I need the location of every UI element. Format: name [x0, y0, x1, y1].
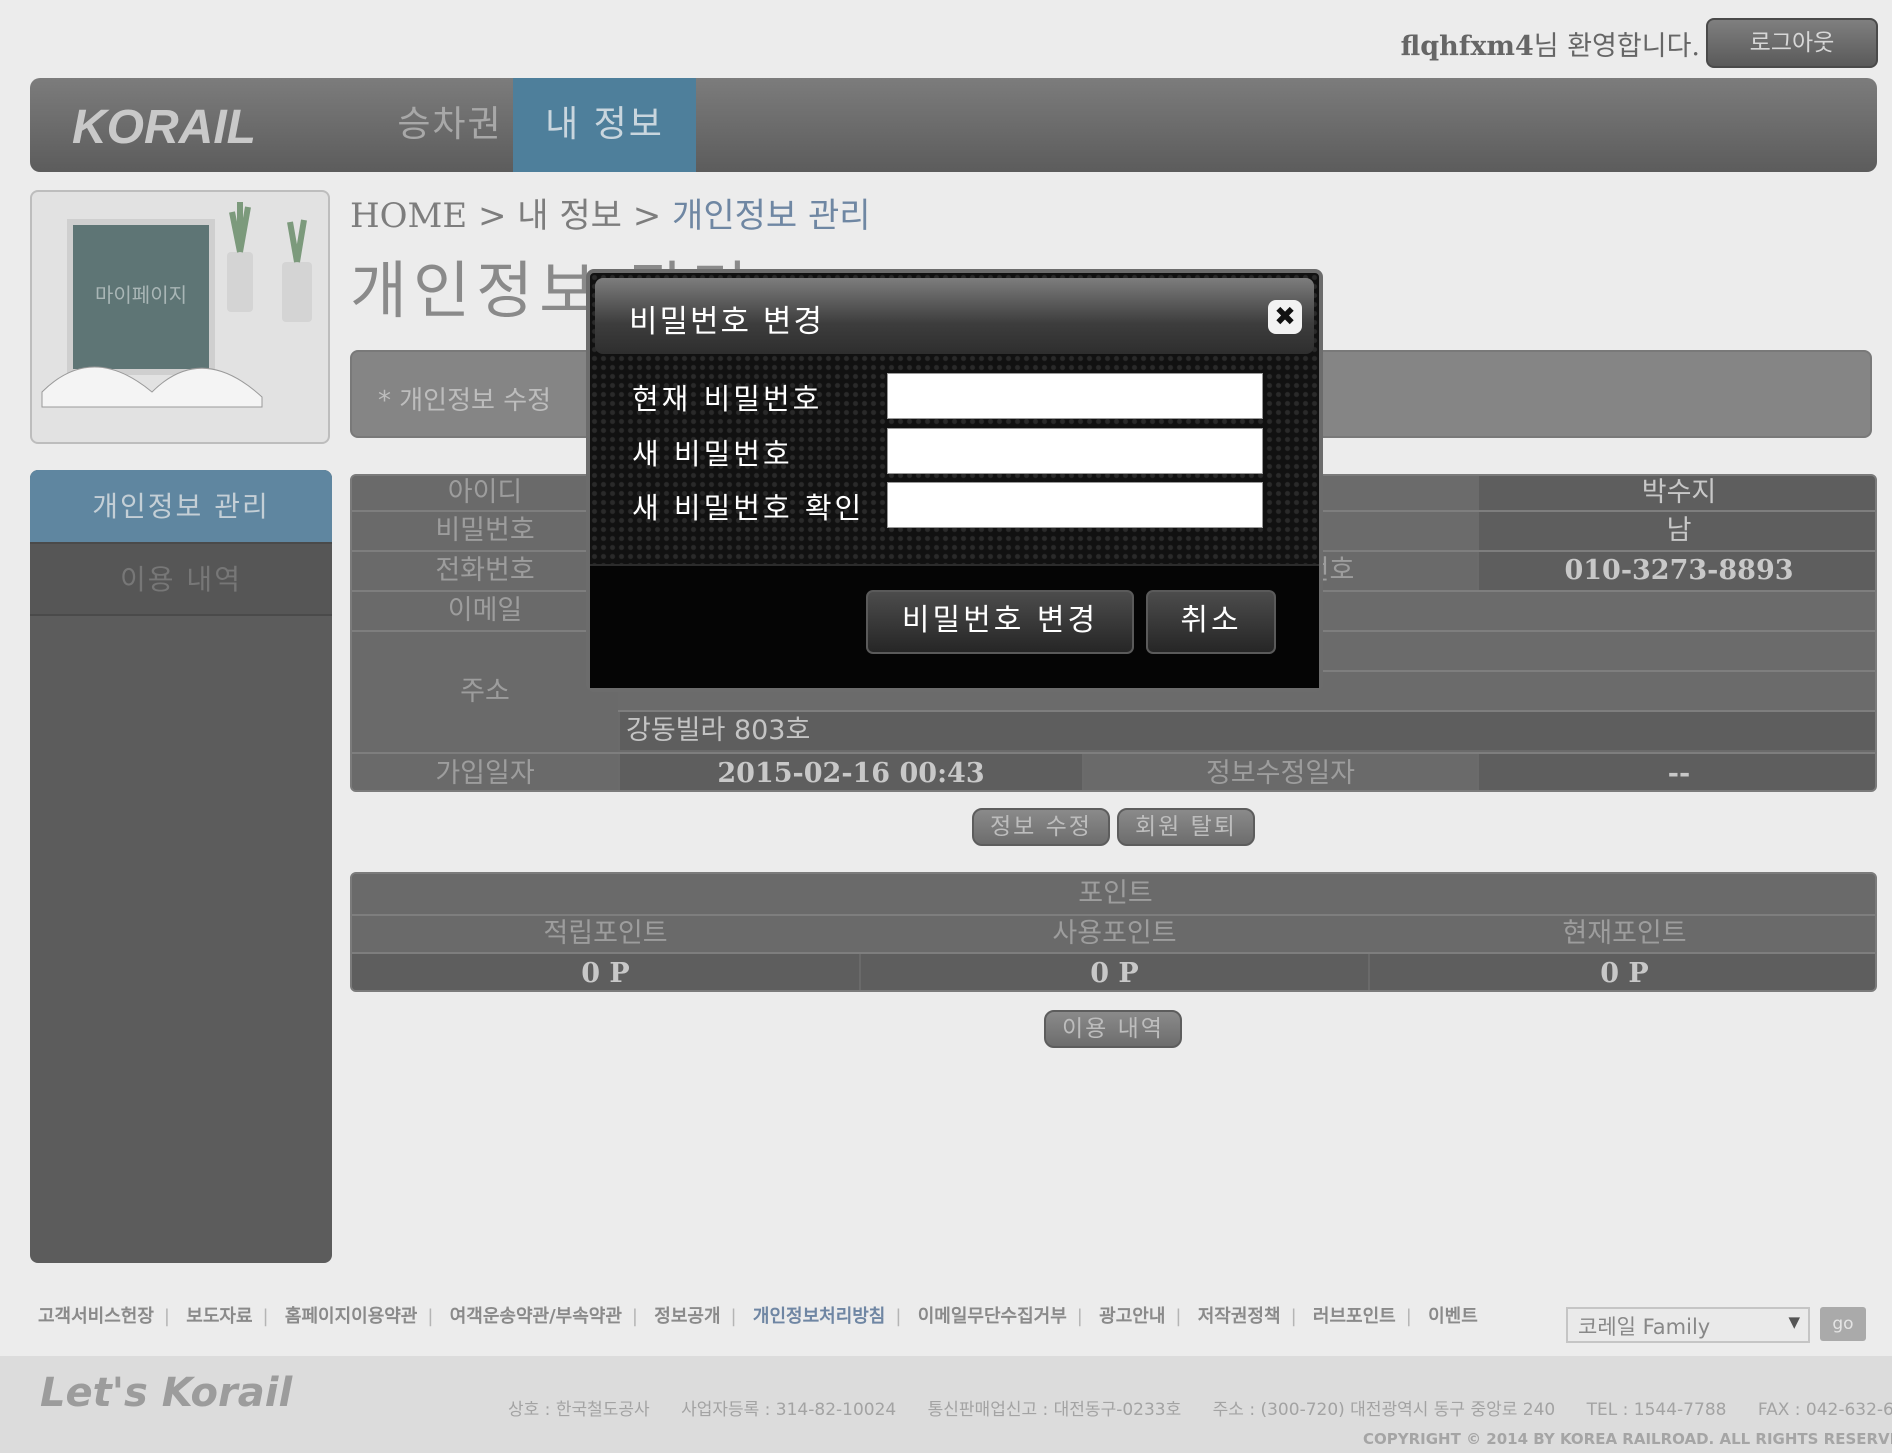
breadcrumb-myinfo[interactable]: 내 정보: [517, 196, 622, 236]
welcome-text: flqhfxm4님 환영합니다.: [1300, 24, 1700, 63]
footer-link[interactable]: 정보공개: [654, 1306, 720, 1327]
confirm-password-label: 새 비밀번호 확인: [632, 491, 865, 525]
points-col-current: 현재포인트: [1370, 916, 1875, 952]
points-col-used: 사용포인트: [861, 916, 1368, 952]
points-table: 포인트 적립포인트 사용포인트 현재포인트 0 P 0 P 0 P: [350, 872, 1877, 992]
new-password-input[interactable]: [887, 428, 1263, 474]
copyright: COPYRIGHT © 2014 BY KOREA RAILROAD. ALL …: [1363, 1430, 1892, 1448]
nav-tab-myinfo[interactable]: 내 정보: [513, 78, 696, 172]
footer-link[interactable]: 여객운송약관/부속약관: [450, 1306, 622, 1327]
confirm-password-input[interactable]: [887, 482, 1263, 528]
footer-link[interactable]: 이메일무단수집거부: [918, 1306, 1067, 1327]
footer-link[interactable]: 러브포인트: [1313, 1306, 1396, 1327]
welcome-suffix: 님 환영합니다.: [1533, 31, 1700, 62]
notice-text: * 개인정보 수정: [378, 386, 552, 416]
close-icon[interactable]: ✖: [1268, 300, 1302, 334]
banner-caption: 마이페이지: [95, 283, 187, 307]
label-modified: 정보수정일자: [1084, 754, 1477, 790]
value-gender: 남: [1479, 512, 1875, 550]
korail-logo: KORAIL: [72, 101, 256, 152]
value-name: 박수지: [1479, 476, 1875, 510]
value-joined: 2015-02-16 00:43: [620, 754, 1082, 790]
footer-link[interactable]: 보도자료: [186, 1306, 252, 1327]
side-menu: 개인정보 관리 이용 내역: [30, 470, 332, 1263]
footer-link[interactable]: 고객서비스헌장: [38, 1306, 154, 1327]
points-col-earned: 적립포인트: [352, 916, 859, 952]
footer-links: 고객서비스헌장 | 보도자료 | 홈페이지이용약관 | 여객운송약관/부속약관 | 정보…: [38, 1306, 1478, 1327]
edit-info-button[interactable]: 정보 수정: [972, 808, 1110, 846]
family-site-select[interactable]: 코레일 Family ▼: [1566, 1307, 1810, 1343]
points-val-earned: 0 P: [352, 954, 859, 990]
footer-logo: Let's Korail: [40, 1370, 293, 1416]
footer-link[interactable]: 광고안내: [1099, 1306, 1165, 1327]
logout-button[interactable]: 로그아웃: [1706, 18, 1878, 68]
footer-biz-no: 사업자등록 : 314-82-10024: [681, 1400, 897, 1420]
footer-link[interactable]: 홈페이지이용약관: [285, 1306, 417, 1327]
label-id: 아이디: [352, 476, 618, 510]
footer-tel: TEL : 1544-7788: [1586, 1400, 1727, 1420]
breadcrumb-home[interactable]: HOME: [350, 196, 467, 236]
current-password-label: 현재 비밀번호: [632, 382, 823, 416]
new-password-label: 새 비밀번호: [632, 437, 793, 471]
footer-address: 주소 : (300-720) 대전광역시 동구 중앙로 240: [1212, 1400, 1556, 1420]
breadcrumb-sep: >: [467, 196, 518, 236]
footer-fax: FAX : 042-632-6510: [1757, 1400, 1892, 1420]
withdraw-button[interactable]: 회원 탈퇴: [1117, 808, 1255, 846]
label-joined: 가입일자: [352, 754, 618, 790]
cancel-button[interactable]: 취소: [1146, 590, 1276, 654]
page: flqhfxm4님 환영합니다. 로그아웃 KORAIL 승차권 내 정보 마이…: [0, 0, 1892, 1453]
change-password-button[interactable]: 비밀번호 변경: [866, 590, 1134, 654]
top-nav-bar: KORAIL 승차권 내 정보: [30, 78, 1877, 172]
modal-header: 비밀번호 변경 ✖: [595, 278, 1314, 354]
value-modified: --: [1479, 754, 1875, 790]
footer-link[interactable]: 이벤트: [1428, 1306, 1478, 1327]
side-menu-personal-info[interactable]: 개인정보 관리: [30, 470, 332, 544]
footer-company-info: 상호 : 한국철도공사 사업자등록 : 314-82-10024 통신판매업신고…: [508, 1395, 1892, 1420]
side-menu-usage-history[interactable]: 이용 내역: [30, 544, 332, 616]
mypage-illustration: 마이페이지: [41, 202, 312, 408]
label-email: 이메일: [352, 592, 618, 630]
chevron-down-icon: ▼: [1788, 1313, 1800, 1331]
label-phone: 전화번호: [352, 552, 618, 590]
footer-link-privacy[interactable]: 개인정보처리방침: [753, 1306, 885, 1327]
label-password: 비밀번호: [352, 512, 618, 550]
breadcrumb: HOME > 내 정보 > 개인정보 관리: [350, 188, 871, 237]
modal-title: 비밀번호 변경: [629, 304, 824, 340]
go-button[interactable]: go: [1820, 1307, 1866, 1341]
modal-footer: 비밀번호 변경 취소: [590, 564, 1319, 688]
mypage-banner-image: 마이페이지: [30, 190, 330, 444]
breadcrumb-sep: >: [621, 196, 673, 236]
welcome-username: flqhfxm4: [1400, 31, 1534, 62]
korail-logo-text: KORAIL: [72, 101, 256, 152]
footer-ecommerce: 통신판매업신고 : 대전동구-0233호: [927, 1400, 1182, 1420]
points-val-current: 0 P: [1370, 954, 1875, 990]
password-change-modal: 비밀번호 변경 ✖ 현재 비밀번호 새 비밀번호 새 비밀번호 확인 비밀번호 …: [586, 269, 1323, 692]
value-address-line2: 강동빌라 803호: [620, 712, 1875, 750]
value-mobile: 010-3273-8893: [1479, 552, 1875, 590]
footer-link[interactable]: 저작권정책: [1198, 1306, 1281, 1327]
points-val-used: 0 P: [861, 954, 1368, 990]
usage-history-button[interactable]: 이용 내역: [1044, 1010, 1182, 1048]
footer-company: 상호 : 한국철도공사: [508, 1400, 650, 1420]
family-select-value: 코레일 Family: [1578, 1315, 1711, 1339]
breadcrumb-current: 개인정보 관리: [672, 196, 871, 236]
label-address: 주소: [352, 632, 618, 752]
current-password-input[interactable]: [887, 373, 1263, 419]
points-title: 포인트: [352, 874, 1875, 914]
